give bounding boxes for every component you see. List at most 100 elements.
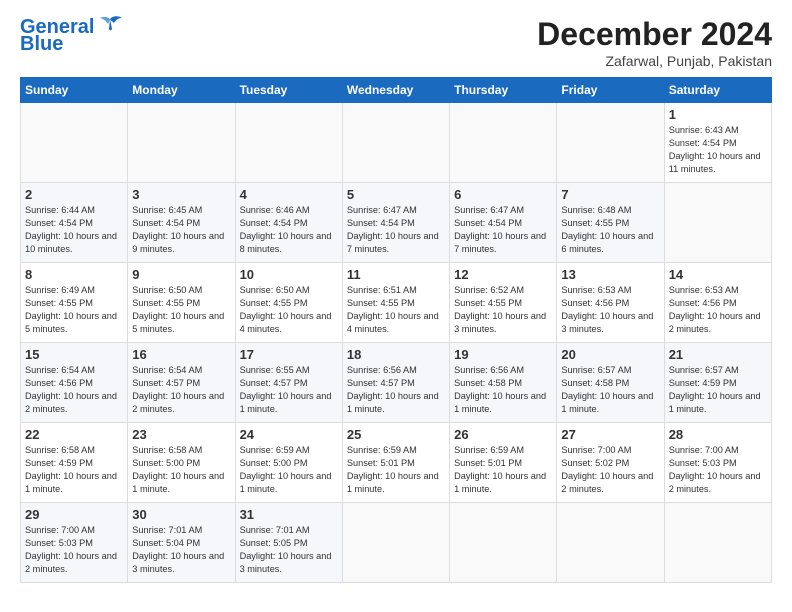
day-number: 24: [240, 427, 338, 442]
calendar-cell: 4Sunrise: 6:46 AMSunset: 4:54 PMDaylight…: [235, 183, 342, 263]
calendar-cell: 20Sunrise: 6:57 AMSunset: 4:58 PMDayligh…: [557, 343, 664, 423]
col-header-monday: Monday: [128, 78, 235, 103]
calendar-cell: [342, 103, 449, 183]
calendar-cell: 29 Sunrise: 7:00 AMSunset: 5:03 PMDayligh…: [21, 503, 128, 583]
day-info: Sunrise: 6:59 AMSunset: 5:01 PMDaylight:…: [454, 444, 552, 496]
day-number: 11: [347, 267, 445, 282]
day-info: Sunrise: 6:49 AMSunset: 4:55 PMDaylight:…: [25, 284, 123, 336]
calendar-cell: 21Sunrise: 6:57 AMSunset: 4:59 PMDayligh…: [664, 343, 771, 423]
calendar-cell: 22 Sunrise: 6:58 AMSunset: 4:59 PMDayligh…: [21, 423, 128, 503]
col-header-wednesday: Wednesday: [342, 78, 449, 103]
calendar-cell: 5Sunrise: 6:47 AMSunset: 4:54 PMDaylight…: [342, 183, 449, 263]
day-info: Sunrise: 6:55 AMSunset: 4:57 PMDaylight:…: [240, 364, 338, 416]
day-info: Sunrise: 6:46 AMSunset: 4:54 PMDaylight:…: [240, 204, 338, 256]
calendar-cell: 17 Sunrise: 6:55 AMSunset: 4:57 PMDayligh…: [235, 343, 342, 423]
header: General Blue December 2024 Zafarwal, Pun…: [20, 16, 772, 69]
day-info: Sunrise: 6:57 AMSunset: 4:59 PMDaylight:…: [669, 364, 767, 416]
calendar-cell: 25 Sunrise: 6:59 AMSunset: 5:01 PMDayligh…: [342, 423, 449, 503]
logo-blue-text: Blue: [20, 33, 63, 56]
calendar-cell: 23 Sunrise: 6:58 AMSunset: 5:00 PMDayligh…: [128, 423, 235, 503]
day-info: Sunrise: 6:51 AMSunset: 4:55 PMDaylight:…: [347, 284, 445, 336]
day-number: 15: [25, 347, 123, 362]
calendar-cell: [557, 103, 664, 183]
day-info: Sunrise: 6:59 AMSunset: 5:01 PMDaylight:…: [347, 444, 445, 496]
day-info: Sunrise: 7:00 AMSunset: 5:03 PMDaylight:…: [669, 444, 767, 496]
day-info: Sunrise: 6:47 AMSunset: 4:54 PMDaylight:…: [454, 204, 552, 256]
col-header-saturday: Saturday: [664, 78, 771, 103]
day-number: 25: [347, 427, 445, 442]
day-info: Sunrise: 6:53 AMSunset: 4:56 PMDaylight:…: [561, 284, 659, 336]
calendar-cell: 18 Sunrise: 6:56 AMSunset: 4:57 PMDayligh…: [342, 343, 449, 423]
calendar-cell: 12 Sunrise: 6:52 AMSunset: 4:55 PMDayligh…: [450, 263, 557, 343]
day-number: 3: [132, 187, 230, 202]
calendar-cell: [342, 503, 449, 583]
location: Zafarwal, Punjab, Pakistan: [537, 53, 772, 69]
calendar-cell: 14 Sunrise: 6:53 AMSunset: 4:56 PMDayligh…: [664, 263, 771, 343]
calendar-table: SundayMondayTuesdayWednesdayThursdayFrid…: [20, 77, 772, 583]
day-number: 19: [454, 347, 552, 362]
day-info: Sunrise: 7:00 AMSunset: 5:02 PMDaylight:…: [561, 444, 659, 496]
week-row-4: 15 Sunrise: 6:54 AMSunset: 4:56 PMDayligh…: [21, 343, 772, 423]
day-info: Sunrise: 6:50 AMSunset: 4:55 PMDaylight:…: [240, 284, 338, 336]
day-number: 10: [240, 267, 338, 282]
calendar-cell: [450, 103, 557, 183]
calendar-cell: 19 Sunrise: 6:56 AMSunset: 4:58 PMDayligh…: [450, 343, 557, 423]
day-number: 22: [25, 427, 123, 442]
day-number: 28: [669, 427, 767, 442]
week-row-1: 1 Sunrise: 6:43 AMSunset: 4:54 PMDaylight…: [21, 103, 772, 183]
day-info: Sunrise: 7:01 AMSunset: 5:04 PMDaylight:…: [132, 524, 230, 576]
week-row-2: 2Sunrise: 6:44 AMSunset: 4:54 PMDaylight…: [21, 183, 772, 263]
day-info: Sunrise: 6:56 AMSunset: 4:57 PMDaylight:…: [347, 364, 445, 416]
calendar-cell: 10 Sunrise: 6:50 AMSunset: 4:55 PMDayligh…: [235, 263, 342, 343]
day-number: 9: [132, 267, 230, 282]
day-info: Sunrise: 7:00 AMSunset: 5:03 PMDaylight:…: [25, 524, 123, 576]
calendar-cell: 1 Sunrise: 6:43 AMSunset: 4:54 PMDaylight…: [664, 103, 771, 183]
week-row-3: 8 Sunrise: 6:49 AMSunset: 4:55 PMDaylight…: [21, 263, 772, 343]
day-info: Sunrise: 6:58 AMSunset: 4:59 PMDaylight:…: [25, 444, 123, 496]
month-title: December 2024: [537, 16, 772, 53]
calendar-cell: [128, 103, 235, 183]
calendar-cell: 24Sunrise: 6:59 AMSunset: 5:00 PMDayligh…: [235, 423, 342, 503]
col-header-sunday: Sunday: [21, 78, 128, 103]
calendar-cell: 2Sunrise: 6:44 AMSunset: 4:54 PMDaylight…: [21, 183, 128, 263]
day-number: 16: [132, 347, 230, 362]
day-info: Sunrise: 6:56 AMSunset: 4:58 PMDaylight:…: [454, 364, 552, 416]
day-number: 6: [454, 187, 552, 202]
calendar-cell: 15 Sunrise: 6:54 AMSunset: 4:56 PMDayligh…: [21, 343, 128, 423]
day-number: 1: [669, 107, 767, 122]
col-header-friday: Friday: [557, 78, 664, 103]
calendar-cell: [450, 503, 557, 583]
day-number: 7: [561, 187, 659, 202]
day-info: Sunrise: 6:48 AMSunset: 4:55 PMDaylight:…: [561, 204, 659, 256]
title-block: December 2024 Zafarwal, Punjab, Pakistan: [537, 16, 772, 69]
day-info: Sunrise: 6:54 AMSunset: 4:56 PMDaylight:…: [25, 364, 123, 416]
day-number: 12: [454, 267, 552, 282]
page: General Blue December 2024 Zafarwal, Pun…: [0, 0, 792, 612]
day-number: 17: [240, 347, 338, 362]
day-number: 30: [132, 507, 230, 522]
week-row-5: 22 Sunrise: 6:58 AMSunset: 4:59 PMDayligh…: [21, 423, 772, 503]
day-number: 18: [347, 347, 445, 362]
day-number: 23: [132, 427, 230, 442]
calendar-cell: 8 Sunrise: 6:49 AMSunset: 4:55 PMDaylight…: [21, 263, 128, 343]
day-number: 2: [25, 187, 123, 202]
calendar-cell: 13Sunrise: 6:53 AMSunset: 4:56 PMDayligh…: [557, 263, 664, 343]
calendar-header-row: SundayMondayTuesdayWednesdayThursdayFrid…: [21, 78, 772, 103]
calendar-cell: 16Sunrise: 6:54 AMSunset: 4:57 PMDayligh…: [128, 343, 235, 423]
day-number: 5: [347, 187, 445, 202]
day-info: Sunrise: 6:52 AMSunset: 4:55 PMDaylight:…: [454, 284, 552, 336]
day-number: 27: [561, 427, 659, 442]
day-number: 8: [25, 267, 123, 282]
day-info: Sunrise: 6:43 AMSunset: 4:54 PMDaylight:…: [669, 124, 767, 176]
col-header-tuesday: Tuesday: [235, 78, 342, 103]
day-number: 14: [669, 267, 767, 282]
calendar-cell: 27 Sunrise: 7:00 AMSunset: 5:02 PMDayligh…: [557, 423, 664, 503]
day-info: Sunrise: 6:58 AMSunset: 5:00 PMDaylight:…: [132, 444, 230, 496]
day-number: 29: [25, 507, 123, 522]
calendar-cell: 28 Sunrise: 7:00 AMSunset: 5:03 PMDayligh…: [664, 423, 771, 503]
logo-bird-icon: [96, 15, 124, 37]
day-info: Sunrise: 6:57 AMSunset: 4:58 PMDaylight:…: [561, 364, 659, 416]
week-row-6: 29 Sunrise: 7:00 AMSunset: 5:03 PMDayligh…: [21, 503, 772, 583]
day-number: 31: [240, 507, 338, 522]
day-info: Sunrise: 6:53 AMSunset: 4:56 PMDaylight:…: [669, 284, 767, 336]
